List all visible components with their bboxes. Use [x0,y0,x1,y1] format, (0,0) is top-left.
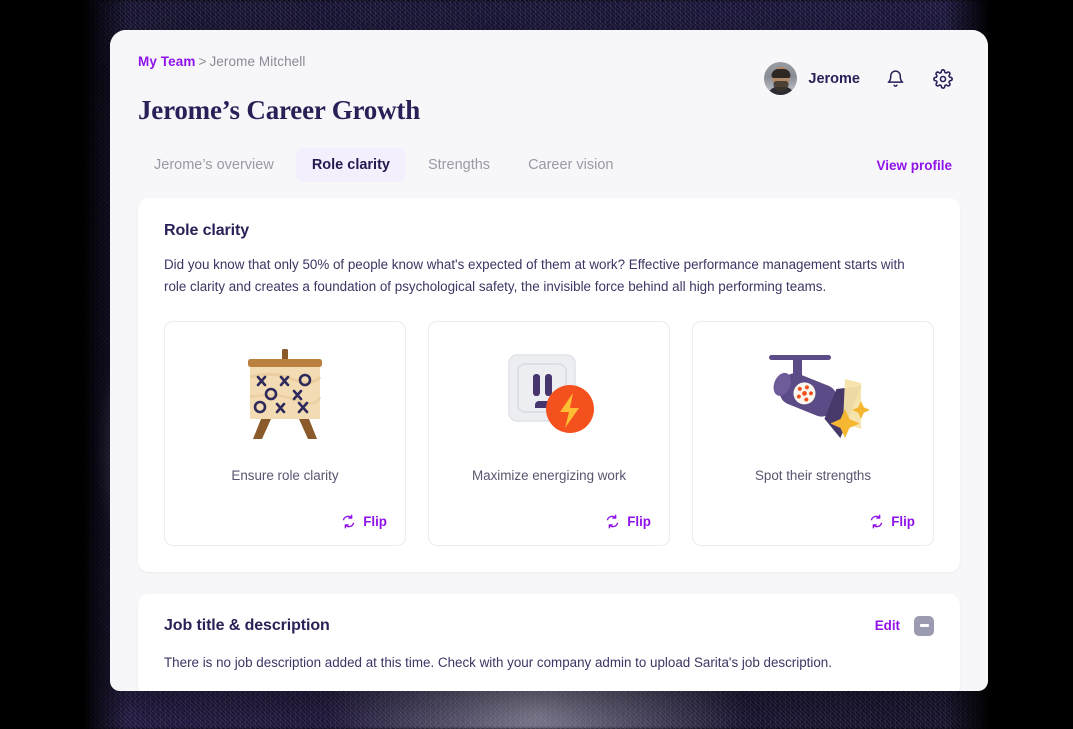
flip-button-card-2[interactable]: Flip [605,498,651,529]
breadcrumb: My Team > Jerome Mitchell [138,54,420,69]
card-spot-their-strengths[interactable]: Spot their strengths Flip [692,320,934,546]
user-chip[interactable]: Jerome [764,62,860,95]
avatar [764,62,798,95]
edit-link[interactable]: Edit [875,618,900,633]
breadcrumb-link-my-team[interactable]: My Team [138,54,195,69]
notification-bell-icon[interactable] [882,66,908,92]
tab-role-clarity[interactable]: Role clarity [295,148,406,182]
spotlight-sparkles-icon [711,344,915,446]
card-label: Maximize energizing work [471,467,627,483]
letterbox-left [0,0,62,729]
tabs-row: Jerome’s overview Role clarity Strengths… [110,148,988,182]
tab-career-vision[interactable]: Career vision [512,148,629,182]
view-profile-link[interactable]: View profile [876,158,956,173]
letterbox-right [1011,0,1073,729]
card-maximize-energizing-work[interactable]: Maximize energizing work Flip [428,320,670,546]
job-description-panel: Job title & description Edit There is no… [138,593,960,691]
flip-refresh-icon [871,514,883,529]
flip-button-card-1[interactable]: Flip [341,498,387,529]
tab-strengths[interactable]: Strengths [412,148,506,182]
breadcrumb-current: Jerome Mitchell [209,54,306,69]
card-ensure-role-clarity[interactable]: Ensure role clarity Flip [164,320,406,546]
flip-refresh-icon [343,514,355,529]
flip-refresh-icon [607,514,619,529]
header-right: Jerome [764,62,956,95]
role-clarity-panel: Role clarity Did you know that only 50% … [138,198,960,572]
role-clarity-cards: Ensure role clarity Flip Maximize energi… [164,320,934,546]
flip-label: Flip [891,513,915,529]
flip-button-card-3[interactable]: Flip [869,498,915,529]
job-panel-title: Job title & description [164,616,330,634]
role-clarity-title: Role clarity [164,222,250,239]
job-panel-header: Job title & description Edit [164,615,934,636]
job-description-text: There is no job description added at thi… [164,654,832,670]
page-title: Jerome’s Career Growth [138,95,421,125]
collapse-minus-icon[interactable] [914,615,934,636]
job-panel-actions: Edit [875,615,934,636]
settings-gear-icon[interactable] [930,66,956,92]
card-label: Spot their strengths [754,467,872,483]
tab-overview[interactable]: Jerome’s overview [138,148,290,182]
app-window: My Team > Jerome Mitchell Jerome’s Career … [110,30,988,691]
user-name: Jerome [808,70,860,87]
power-outlet-lightning-icon [447,344,651,446]
easel-strategy-board-icon [183,344,387,446]
flip-label: Flip [627,513,651,529]
breadcrumb-separator: > [198,54,207,69]
tabs: Jerome’s overview Role clarity Strengths… [138,148,629,182]
app-header: My Team > Jerome Mitchell Jerome’s Career … [110,30,988,126]
header-left: My Team > Jerome Mitchell Jerome’s Career … [138,54,420,126]
card-label: Ensure role clarity [231,467,339,483]
role-clarity-description: Did you know that only 50% of people kno… [164,257,905,294]
flip-label: Flip [363,513,387,529]
